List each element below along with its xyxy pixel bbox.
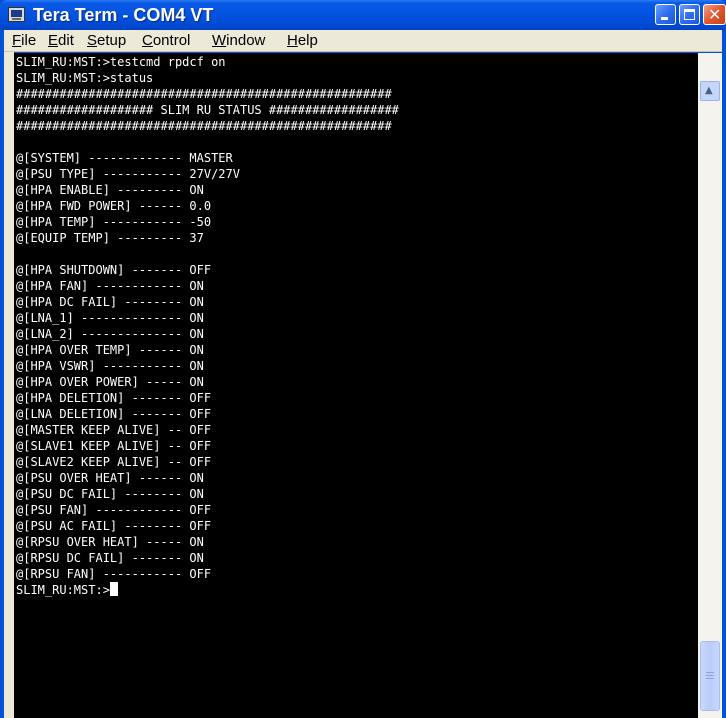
terminal-line: @[HPA VSWR] ----------- ON — [16, 359, 204, 373]
terminal-line: @[SLAVE1 KEEP ALIVE] -- OFF — [16, 439, 212, 453]
menu-file[interactable]: File — [12, 32, 36, 50]
terminal-prompt-line[interactable]: SLIM_RU:MST:> — [16, 582, 399, 598]
terminal-line: @[HPA ENABLE] --------- ON — [16, 183, 204, 197]
terminal-line: @[HPA TEMP] ----------- -50 — [16, 215, 212, 229]
maximize-icon — [684, 9, 695, 20]
maximize-button[interactable] — [679, 4, 700, 25]
menu-bar: File Edit Setup Control Window Help — [4, 30, 722, 52]
terminal-line: @[PSU FAN] ------------ OFF — [16, 503, 212, 517]
window-frame-left — [4, 52, 14, 718]
terminal-line: @[LNA_1] -------------- ON — [16, 311, 204, 325]
menu-control[interactable]: Control — [142, 32, 190, 50]
terminal-output: SLIM_RU:MST:>testcmd rpdcf on SLIM_RU:MST… — [16, 54, 399, 598]
window-title: Tera Term - COM4 VT — [33, 5, 214, 25]
terminal-line: @[EQUIP TEMP] --------- 37 — [16, 231, 204, 245]
terminal-line: ########################################… — [16, 119, 392, 133]
menu-window[interactable]: Window — [212, 32, 265, 50]
terminal-line: @[HPA OVER POWER] ----- ON — [16, 375, 204, 389]
teraterm-window: Tera Term - COM4 VT ✕ File Edit Setup Co… — [0, 0, 726, 718]
minimize-icon — [661, 17, 668, 20]
terminal-line: @[SLAVE2 KEEP ALIVE] -- OFF — [16, 455, 212, 469]
terminal-screen[interactable]: SLIM_RU:MST:>testcmd rpdcf on SLIM_RU:MST… — [14, 53, 698, 718]
terminal-line: ################### SLIM RU STATUS #####… — [16, 103, 399, 117]
thumb-grip-line — [706, 675, 714, 676]
terminal-line: @[PSU DC FAIL] -------- ON — [16, 487, 204, 501]
menu-edit[interactable]: Edit — [48, 32, 74, 50]
terminal-line: @[HPA FAN] ------------ ON — [16, 279, 204, 293]
terminal-line: @[PSU TYPE] ----------- 27V/27V — [16, 167, 240, 181]
terminal-line: @[PSU OVER HEAT] ------ ON — [16, 471, 204, 485]
window-frame-right — [722, 30, 726, 718]
terminal-line: SLIM_RU:MST:>testcmd rpdcf on — [16, 55, 226, 69]
terminal-line: SLIM_RU:MST:>status — [16, 71, 154, 85]
terminal-line: @[HPA FWD POWER] ------ 0.0 — [16, 199, 212, 213]
terminal-line: @[RPSU FAN] ----------- OFF — [16, 567, 212, 581]
menu-setup[interactable]: Setup — [87, 32, 126, 50]
terminal-line: @[RPSU DC FAIL] ------- ON — [16, 551, 204, 565]
scroll-up-button[interactable]: ▲ — [700, 81, 720, 101]
thumb-grip-line — [706, 678, 714, 679]
terminal-line: @[LNA DELETION] ------- OFF — [16, 407, 212, 421]
scroll-up-arrow-icon: ▲ — [705, 85, 713, 96]
terminal-prompt: SLIM_RU:MST:> — [16, 583, 110, 597]
terminal-line: @[MASTER KEEP ALIVE] -- OFF — [16, 423, 212, 437]
terminal-line: ########################################… — [16, 87, 392, 101]
vertical-scrollbar[interactable]: ▲ — [698, 53, 722, 718]
terminal-line: @[HPA DELETION] ------- OFF — [16, 391, 212, 405]
terminal-line: @[HPA OVER TEMP] ------ ON — [16, 343, 204, 357]
thumb-grip-line — [706, 672, 714, 673]
close-button[interactable]: ✕ — [703, 4, 726, 25]
terminal-line: @[SYSTEM] ------------- MASTER — [16, 151, 233, 165]
terminal-line: @[PSU AC FAIL] -------- OFF — [16, 519, 212, 533]
scroll-thumb[interactable] — [700, 641, 720, 711]
terminal-line: @[HPA DC FAIL] -------- ON — [16, 295, 204, 309]
terminal-line: @[RPSU OVER HEAT] ----- ON — [16, 535, 204, 549]
terminal-line: @[LNA_2] -------------- ON — [16, 327, 204, 341]
title-bar[interactable]: Tera Term - COM4 VT ✕ — [0, 0, 726, 30]
minimize-button[interactable] — [655, 4, 676, 25]
terminal-line: @[HPA SHUTDOWN] ------- OFF — [16, 263, 212, 277]
text-cursor — [109, 582, 118, 596]
teraterm-icon[interactable] — [8, 7, 25, 22]
menu-help[interactable]: Help — [287, 32, 318, 50]
close-icon: ✕ — [708, 5, 722, 24]
